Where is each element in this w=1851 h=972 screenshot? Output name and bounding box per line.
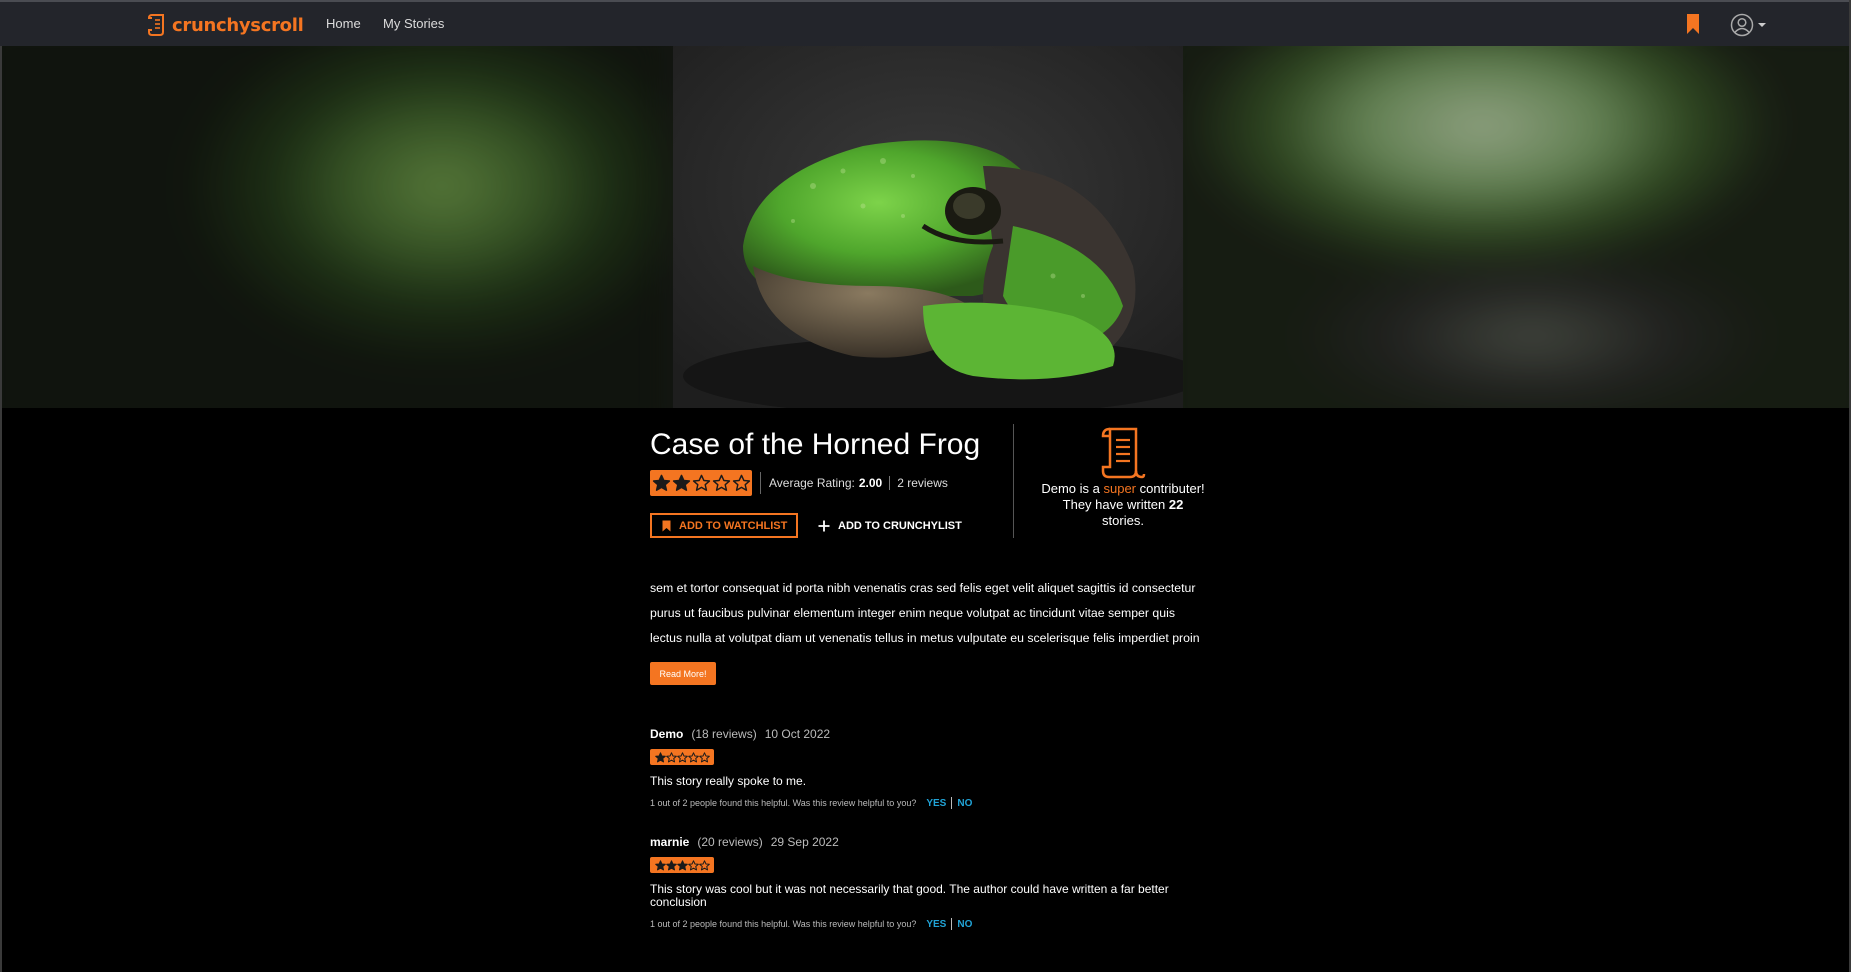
review-author-count: (18 reviews) — [691, 727, 757, 741]
story-cover-image — [673, 46, 1183, 408]
star-empty-icon — [687, 859, 699, 870]
plus-icon — [818, 520, 830, 531]
rating-row: Average Rating: 2.00 2 reviews — [650, 470, 948, 496]
helpful-text: 1 out of 2 people found this helpful. Wa… — [650, 798, 917, 808]
add-to-watchlist-button[interactable]: ADD TO WATCHLIST — [650, 513, 798, 538]
star-filled-icon — [652, 474, 670, 491]
helpful-no-link[interactable]: NO — [957, 919, 972, 930]
average-rating-label: Average Rating: — [769, 476, 855, 490]
reviews-count[interactable]: 2 reviews — [897, 476, 948, 490]
helpful-no-link[interactable]: NO — [957, 798, 972, 809]
hero-banner — [2, 46, 1849, 408]
star-filled-icon — [676, 859, 688, 870]
read-more-button[interactable]: Read More! — [650, 662, 716, 685]
divider — [760, 472, 761, 494]
contributor-text: Demo is a super contributer! They have w… — [1040, 481, 1206, 529]
review-date: 29 Sep 2022 — [770, 835, 839, 849]
review-author[interactable]: Demo — [650, 727, 683, 741]
review-body: This story really spoke to me. — [650, 774, 807, 788]
nav-my-stories-link[interactable]: My Stories — [383, 16, 444, 31]
contributor-text-part: stories. — [1102, 513, 1144, 528]
star-filled-icon — [665, 859, 677, 870]
divider — [889, 476, 891, 490]
vertical-divider — [1013, 424, 1014, 538]
scroll-contributor-icon — [1101, 427, 1146, 479]
star-empty-icon — [732, 474, 750, 491]
review-item: marnie (20 reviews) 29 Sep 2022 This sto… — [650, 835, 1210, 930]
star-filled-icon — [654, 859, 666, 870]
add-to-crunchylist-label: ADD TO CRUNCHYLIST — [838, 519, 962, 532]
add-to-watchlist-label: ADD TO WATCHLIST — [679, 519, 788, 532]
star-empty-icon — [692, 474, 710, 491]
bookmark-icon[interactable] — [1686, 13, 1700, 35]
star-empty-icon — [676, 751, 688, 762]
contributor-story-count: 22 — [1168, 497, 1184, 512]
description-line: lectus nulla at volutpat diam ut venenat… — [650, 631, 1200, 645]
star-empty-icon — [698, 751, 710, 762]
review-header: marnie (20 reviews) 29 Sep 2022 — [650, 835, 1210, 849]
review-helpful-row: 1 out of 2 people found this helpful. Wa… — [650, 918, 1210, 930]
contributor-text-part: is a — [1076, 481, 1104, 496]
average-rating-value: 2.00 — [858, 476, 883, 490]
contributor-level: super — [1103, 481, 1137, 496]
helpful-text: 1 out of 2 people found this helpful. Wa… — [650, 919, 917, 929]
story-description: sem et tortor consequat id porta nibh ve… — [650, 576, 1210, 651]
contributor-card: Demo is a super contributer! They have w… — [1040, 425, 1206, 529]
review-item: Demo (18 reviews) 10 Oct 2022 This story… — [650, 727, 1210, 809]
bookmark-icon — [662, 520, 671, 531]
review-star-rating — [650, 857, 714, 873]
star-filled-icon — [654, 751, 666, 762]
star-empty-icon — [712, 474, 730, 491]
review-author-count: (20 reviews) — [697, 835, 763, 849]
brand-logo[interactable]: crunchyscroll — [148, 12, 304, 38]
star-empty-icon — [687, 751, 699, 762]
scroll-logo-icon — [148, 14, 164, 36]
review-star-rating — [650, 749, 714, 765]
story-star-rating[interactable] — [650, 470, 752, 496]
star-empty-icon — [698, 859, 710, 870]
contributor-name: Demo — [1041, 481, 1077, 496]
helpful-yes-link[interactable]: YES — [926, 798, 946, 809]
brand-name: crunchyscroll — [172, 14, 304, 36]
review-author[interactable]: marnie — [650, 835, 689, 849]
story-title: Case of the Horned Frog — [650, 428, 981, 461]
description-line: purus ut faucibus pulvinar elementum int… — [650, 606, 1175, 620]
nav-home-link[interactable]: Home — [326, 16, 361, 31]
helpful-yes-link[interactable]: YES — [926, 919, 946, 930]
review-header: Demo (18 reviews) 10 Oct 2022 — [650, 727, 1210, 741]
description-line: sem et tortor consequat id porta nibh ve… — [650, 581, 1196, 595]
user-menu[interactable] — [1730, 13, 1766, 37]
user-avatar-icon — [1730, 13, 1754, 37]
star-empty-icon — [665, 751, 677, 762]
review-body: This story was cool but it was not neces… — [650, 882, 1169, 909]
add-to-crunchylist-button[interactable]: ADD TO CRUNCHYLIST — [818, 513, 962, 538]
divider — [951, 797, 953, 809]
caret-down-icon — [1758, 23, 1766, 27]
review-helpful-row: 1 out of 2 people found this helpful. Wa… — [650, 797, 1210, 809]
star-filled-icon — [672, 474, 690, 491]
divider — [951, 918, 953, 930]
review-date: 10 Oct 2022 — [764, 727, 831, 741]
top-nav: crunchyscroll Home My Stories — [0, 0, 1851, 46]
